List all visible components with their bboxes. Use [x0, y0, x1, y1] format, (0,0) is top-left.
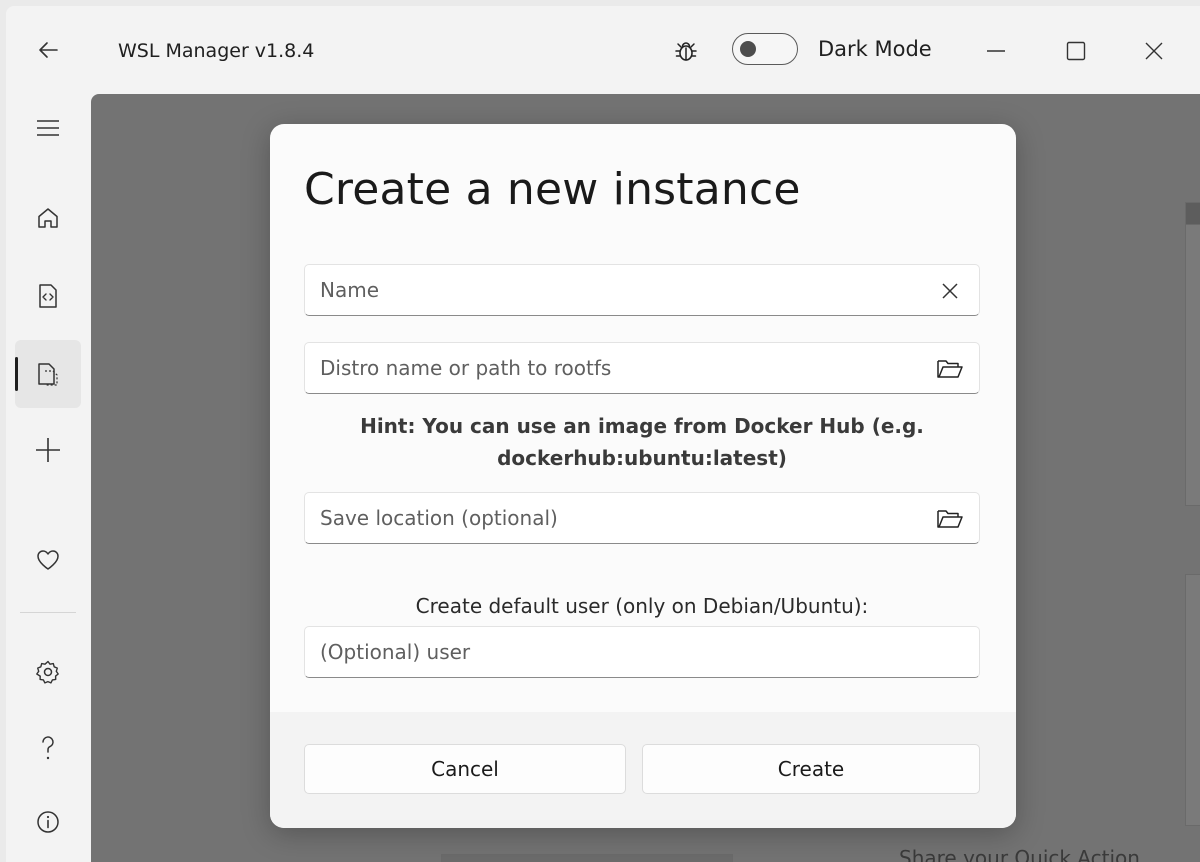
- sidebar-item-favorites[interactable]: [15, 526, 81, 594]
- sidebar-item-info[interactable]: [15, 788, 81, 856]
- close-icon: [942, 283, 958, 299]
- bug-icon: [675, 42, 697, 61]
- info-icon: [37, 811, 59, 833]
- app-window: WSL Manager v1.8.4 Dark Mode Share your …: [6, 6, 1200, 862]
- sidebar-menu-button[interactable]: [15, 94, 81, 162]
- back-button[interactable]: [28, 30, 68, 70]
- sidebar-item-home[interactable]: [15, 184, 81, 252]
- hamburger-menu-icon: [37, 120, 59, 136]
- dark-mode-toggle[interactable]: [732, 33, 798, 65]
- save-location-input[interactable]: [305, 493, 979, 543]
- plus-icon: [36, 438, 60, 462]
- arrow-left-icon: [39, 42, 58, 58]
- heart-icon: [37, 550, 59, 570]
- app-title: WSL Manager v1.8.4: [118, 40, 315, 62]
- background-card: [441, 854, 733, 862]
- create-button[interactable]: Create: [642, 744, 980, 794]
- hint-line: Hint: You can use an image from Docker H…: [360, 414, 924, 438]
- background-card: [1185, 574, 1200, 826]
- close-icon: [1145, 42, 1163, 60]
- folder-open-icon: [937, 510, 963, 528]
- sidebar: [6, 94, 91, 862]
- default-user-label: Create default user (only on Debian/Ubun…: [415, 594, 869, 618]
- title-bar: WSL Manager v1.8.4 Dark Mode: [6, 6, 1200, 94]
- copy-file-icon: [38, 363, 58, 386]
- code-file-icon: [39, 284, 57, 308]
- name-input[interactable]: [305, 265, 979, 315]
- close-window-button[interactable]: [1124, 30, 1184, 72]
- maximize-icon: [1066, 41, 1086, 61]
- active-indicator: [15, 357, 18, 391]
- distro-input[interactable]: [305, 343, 979, 393]
- hint-line: dockerhub:ubuntu:latest): [497, 446, 787, 470]
- sidebar-divider: [20, 612, 76, 613]
- sidebar-item-code[interactable]: [15, 262, 81, 330]
- cancel-button[interactable]: Cancel: [304, 744, 626, 794]
- create-instance-dialog: Create a new instance Hint: You can use …: [270, 124, 1016, 828]
- minimize-icon: [987, 50, 1005, 52]
- user-input[interactable]: [305, 627, 979, 677]
- gear-icon: [36, 660, 59, 684]
- background-text: Share your Quick Action: [899, 846, 1140, 862]
- debug-button[interactable]: [666, 34, 706, 68]
- dialog-title: Create a new instance: [304, 164, 801, 215]
- sidebar-add-button[interactable]: [15, 416, 81, 484]
- background-card: [1185, 224, 1200, 506]
- sidebar-item-templates[interactable]: [15, 340, 81, 408]
- user-field: [304, 626, 980, 678]
- maximize-button[interactable]: [1046, 30, 1106, 72]
- browse-distro-button[interactable]: [935, 354, 965, 384]
- folder-open-icon: [937, 360, 963, 378]
- clear-name-button[interactable]: [935, 276, 965, 306]
- question-icon: [42, 736, 54, 760]
- dialog-footer: Cancel Create: [270, 712, 1016, 828]
- sidebar-item-help[interactable]: [15, 714, 81, 782]
- save-location-field: [304, 492, 980, 544]
- sidebar-item-settings[interactable]: [15, 638, 81, 706]
- dark-mode-label: Dark Mode: [818, 37, 932, 61]
- distro-field: [304, 342, 980, 394]
- minimize-button[interactable]: [966, 30, 1026, 72]
- home-icon: [38, 208, 58, 228]
- toggle-knob: [740, 41, 756, 57]
- docker-hint: Hint: You can use an image from Docker H…: [304, 410, 980, 474]
- browse-location-button[interactable]: [935, 504, 965, 534]
- name-field: [304, 264, 980, 316]
